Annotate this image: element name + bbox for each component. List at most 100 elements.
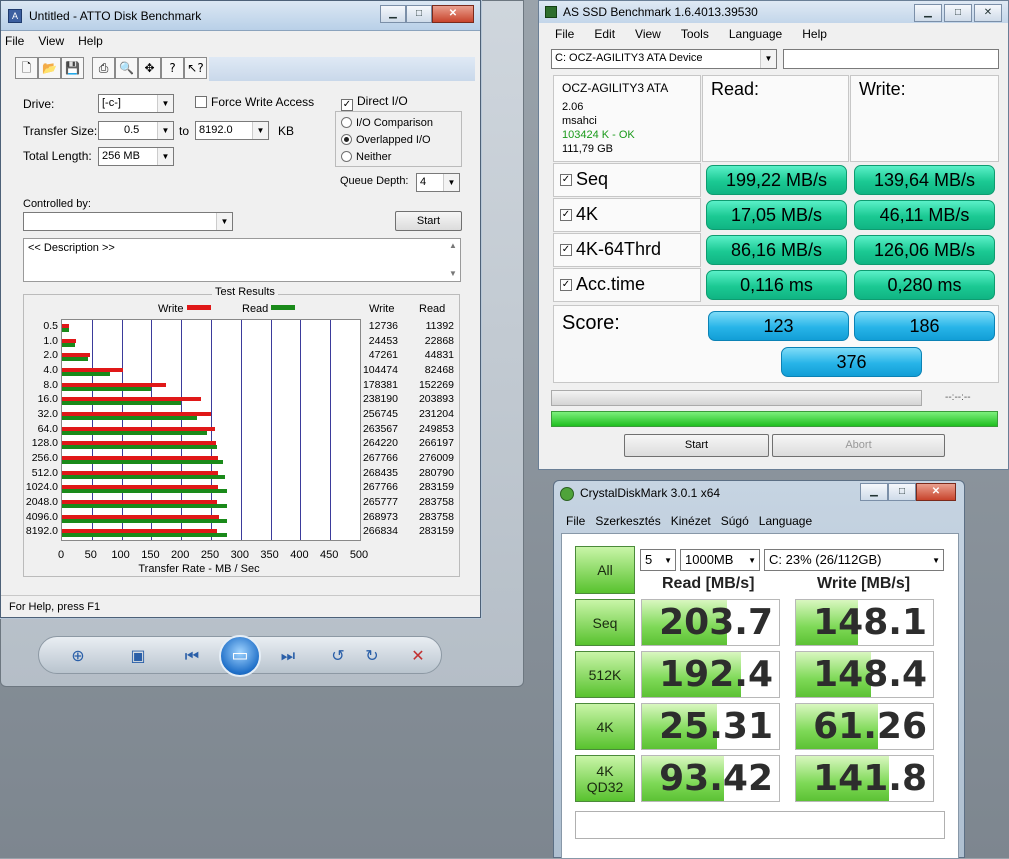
x-tick-label: 0 — [57, 549, 65, 561]
force-write-checkbox[interactable]: Force Write Access — [195, 95, 314, 109]
device-select[interactable]: C: OCZ-AGILITY3 ATA Device ▼ — [551, 49, 777, 69]
help-icon[interactable]: ? — [161, 57, 184, 79]
test-button[interactable]: Seq — [575, 599, 635, 646]
open-icon[interactable]: 📂 — [38, 57, 61, 79]
description-box[interactable]: << Description >> — [23, 238, 461, 282]
size-select[interactable]: 1000MB ▼ — [680, 549, 760, 571]
driver: msahci — [562, 115, 597, 127]
menu-help[interactable]: Help — [78, 34, 103, 48]
runs-select[interactable]: 5 ▼ — [640, 549, 676, 571]
menu-view[interactable]: View — [635, 27, 661, 41]
menu-file[interactable]: File — [566, 514, 585, 528]
maximize-button[interactable]: □ — [406, 5, 432, 23]
minimize-button[interactable]: ▁ — [380, 5, 406, 23]
transfer-from-select[interactable]: 0.5 ▼ — [98, 121, 174, 140]
write-header-cell: Write: — [850, 75, 999, 162]
menu-tools[interactable]: Tools — [681, 27, 709, 41]
menu-view[interactable]: View — [38, 34, 64, 48]
atto-titlebar: A Untitled - ATTO Disk Benchmark ▁ □ ✕ — [1, 1, 480, 31]
to-label: to — [179, 124, 190, 138]
drive-select[interactable]: C: 23% (26/112GB) ▼ — [764, 549, 944, 571]
move-icon[interactable]: ✥ — [138, 57, 161, 79]
write-result: 0,280 ms — [854, 270, 995, 300]
x-tick-label: 200 — [171, 549, 190, 561]
test-button[interactable]: 512K — [575, 651, 635, 698]
write-value: 148.1 — [813, 602, 927, 643]
menu-help[interactable]: Help — [802, 27, 827, 41]
menu-language[interactable]: Language — [759, 514, 812, 528]
close-button[interactable]: ✕ — [974, 4, 1002, 22]
read-bar — [62, 342, 76, 347]
category-label: 4096.0 — [25, 510, 58, 523]
col-read-header: Read — [419, 303, 446, 315]
test-button[interactable]: 4K — [575, 703, 635, 750]
new-icon[interactable]: 🗋 — [15, 57, 38, 79]
previous-icon[interactable]: ⏮ — [181, 645, 203, 667]
minimize-button[interactable]: ▁ — [860, 483, 888, 501]
test-button[interactable]: 4K QD32 — [575, 755, 635, 802]
close-button[interactable]: ✕ — [916, 483, 956, 501]
actual-size-icon[interactable]: ▣ — [127, 645, 149, 667]
x-tick-label: 500 — [349, 549, 369, 561]
scroll-up-icon[interactable]: ▲ — [449, 241, 457, 250]
comment-field[interactable] — [575, 811, 945, 839]
asssd-text-field[interactable] — [783, 49, 999, 69]
read-bar — [62, 357, 89, 362]
row-checkbox[interactable]: ✓ — [560, 244, 572, 256]
menu-edit[interactable]: Edit — [594, 27, 615, 41]
rotate-left-icon[interactable]: ↺ — [327, 645, 349, 667]
read-bar — [62, 445, 217, 450]
chevron-down-icon: ▼ — [748, 556, 756, 565]
menu-file[interactable]: File — [555, 27, 574, 41]
status-bar: For Help, press F1 — [1, 595, 480, 617]
write-value: 263567 — [362, 422, 398, 435]
chevron-down-icon: ▼ — [760, 50, 776, 68]
write-value: 267766 — [362, 452, 398, 464]
write-value: 268973 — [362, 510, 398, 523]
menu-kinezet[interactable]: Kinézet — [671, 514, 711, 528]
queue-depth-select[interactable]: 4 ▼ — [416, 173, 460, 192]
read-value: 152269 — [418, 378, 454, 391]
menu-sugo[interactable]: Súgó — [721, 514, 749, 528]
row-checkbox[interactable]: ✓ — [560, 279, 572, 291]
row-checkbox[interactable]: ✓ — [560, 174, 572, 186]
print-preview-icon[interactable]: 🔍 — [115, 57, 138, 79]
overlapped-io-radio[interactable]: Overlapped I/O — [341, 134, 431, 146]
category-label: 1024.0 — [25, 481, 58, 494]
cdm-app-icon — [560, 487, 574, 501]
read-bar — [62, 328, 69, 332]
read-header-cell: Read: — [702, 75, 849, 162]
neither-radio[interactable]: Neither — [341, 151, 391, 163]
slideshow-icon[interactable]: ▭ — [219, 635, 261, 677]
zoom-icon[interactable]: ⊕ — [67, 645, 89, 667]
scroll-down-icon[interactable]: ▼ — [449, 269, 457, 278]
minimize-button[interactable]: ▁ — [914, 4, 942, 22]
read-value: 82468 — [424, 364, 454, 376]
print-icon[interactable]: ⎙ — [92, 57, 115, 79]
start-button[interactable]: Start — [624, 434, 769, 457]
io-comparison-radio[interactable]: I/O Comparison — [341, 117, 433, 129]
all-button[interactable]: All — [575, 546, 635, 594]
abort-button[interactable]: Abort — [772, 434, 945, 457]
menu-language[interactable]: Language — [729, 27, 782, 41]
close-button[interactable]: ✕ — [432, 5, 474, 23]
drive-select[interactable]: [-c-] ▼ — [98, 94, 174, 113]
total-length-select[interactable]: 256 MB ▼ — [98, 147, 174, 166]
asssd-title: AS SSD Benchmark 1.6.4013.39530 — [563, 5, 758, 19]
delete-icon[interactable]: ✕ — [407, 645, 429, 667]
context-help-icon[interactable]: ↖? — [184, 57, 207, 79]
menu-file[interactable]: File — [5, 34, 24, 48]
menu-szerkesztes[interactable]: Szerkesztés — [595, 514, 660, 528]
direct-io-checkbox[interactable]: ✓ Direct I/O — [341, 94, 408, 111]
drive-info-panel: OCZ-AGILITY3 ATA 2.06 msahci 103424 K - … — [553, 75, 701, 162]
gridline — [330, 320, 332, 540]
transfer-to-select[interactable]: 8192.0 ▼ — [195, 121, 269, 140]
maximize-button[interactable]: □ — [888, 483, 916, 501]
maximize-button[interactable]: □ — [944, 4, 972, 22]
next-icon[interactable]: ⏭ — [277, 645, 299, 667]
row-checkbox[interactable]: ✓ — [560, 209, 572, 221]
save-icon[interactable]: 💾 — [61, 57, 84, 79]
controlled-by-select[interactable]: ▼ — [23, 212, 233, 231]
start-button[interactable]: Start — [395, 211, 462, 231]
rotate-right-icon[interactable]: ↻ — [361, 645, 383, 667]
